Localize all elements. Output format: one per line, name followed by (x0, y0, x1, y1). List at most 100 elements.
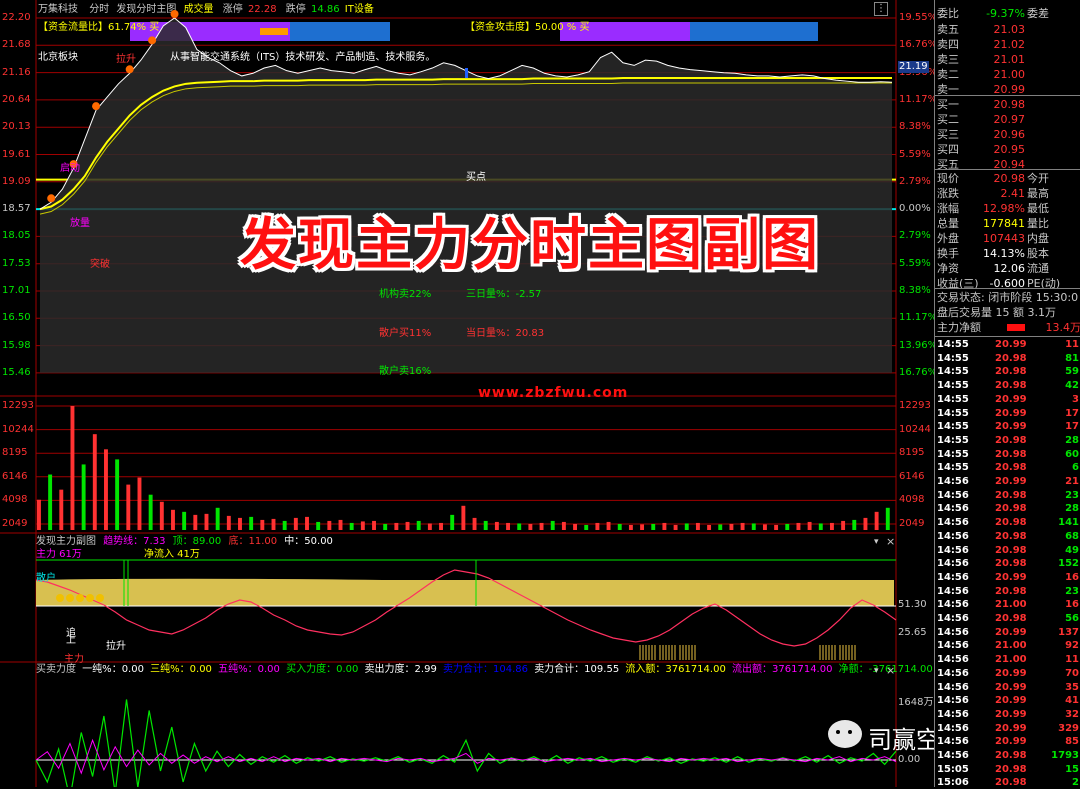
volume-bar (461, 505, 466, 530)
volume-bar (305, 516, 309, 530)
sub2-close-icon[interactable]: × (886, 664, 895, 677)
bid-row[interactable]: 买三 20.96 (935, 127, 1080, 142)
bottom-label: 底：11.00 (228, 536, 278, 547)
volume-bar (182, 511, 187, 530)
y-tick-pct: 8.38% (899, 121, 931, 133)
volume-bar (137, 477, 142, 530)
tick-row: 14:55 20.99 17 (935, 420, 1080, 433)
weibi-value: -9.37% (986, 7, 1025, 20)
tick-volume: 15 (1065, 763, 1079, 775)
sell-force-line (35, 738, 897, 775)
vol-y-tick: 8195 (899, 447, 925, 459)
volume-bar (81, 464, 86, 530)
volume-bar (316, 521, 321, 530)
sub1-collapse-icon[interactable]: ▾ (874, 537, 879, 547)
tick-time: 14:55 (937, 380, 969, 392)
breakout-marker: 突破 (90, 259, 110, 270)
sub1-title[interactable]: 发现主力副图 (36, 536, 96, 547)
main-force-value: 主力 61万 (36, 549, 82, 560)
sub1-close-icon[interactable]: × (886, 535, 895, 548)
y-tick: 18.57 (2, 203, 31, 215)
tick-volume: 59 (1065, 366, 1079, 378)
tick-time: 14:56 (937, 599, 969, 611)
tick-price: 20.99 (995, 681, 1027, 693)
tick-row: 14:56 20.98 28 (935, 502, 1080, 515)
stat-value: 12.06 (993, 262, 1026, 275)
tick-time: 14:56 (937, 544, 969, 556)
flame-marker (47, 194, 56, 203)
mid-label: 中：50.00 (284, 536, 333, 547)
pure1-label: 一纯%：0.00 (82, 664, 144, 675)
volume-bar (640, 524, 645, 530)
tick-row: 14:55 20.99 17 (935, 407, 1080, 420)
volume-bar (684, 523, 689, 530)
volume-bar (528, 523, 533, 530)
volume-bar (59, 489, 64, 530)
net-inflow-value: 净流入 41万 (144, 549, 200, 560)
main-net-row: 主力净额 13.4万 (935, 320, 1080, 335)
tick-time: 14:56 (937, 654, 969, 666)
tick-volume: 141 (1058, 517, 1079, 529)
stat-row: 涨跌 2.41 最高 (935, 186, 1080, 201)
ask-row[interactable]: 卖五 21.03 (935, 22, 1080, 37)
volume-bar (628, 524, 633, 530)
chart-area[interactable]: 万集科技 分时 发现分时主图 成交量 涨停 22.28 跌停 14.86 IT设… (0, 0, 1012, 787)
tick-time: 14:56 (937, 558, 969, 570)
sub2-collapse-icon[interactable]: ▾ (874, 666, 879, 676)
stat-label-2: 内盘 (1027, 232, 1049, 245)
volume-bar (427, 523, 432, 530)
ask-row[interactable]: 卖四 21.02 (935, 37, 1080, 52)
y-tick-pct: 0.00% (899, 203, 931, 215)
flame-marker (92, 102, 101, 111)
bid-price: 20.95 (993, 143, 1026, 156)
tick-price: 20.99 (995, 722, 1027, 734)
stat-value: 2.41 (1000, 187, 1026, 200)
wechat-icon (828, 720, 862, 748)
bid-row[interactable]: 买二 20.97 (935, 112, 1080, 127)
vol-y-tick: 4098 (2, 494, 28, 506)
sub1-y-tick: 25.65 (898, 627, 927, 638)
bid-row[interactable]: 买一 20.98 (935, 97, 1080, 112)
volume-bar (506, 522, 510, 530)
y-tick-pct: 19.55% (899, 12, 938, 23)
bid-row[interactable]: 买四 20.95 (935, 142, 1080, 157)
tick-price: 20.99 (995, 695, 1027, 707)
ask-row[interactable]: 卖二 21.00 (935, 67, 1080, 82)
tick-time: 14:55 (937, 434, 969, 446)
y-tick-pct: 16.76% (899, 366, 938, 378)
tick-volume: 85 (1065, 736, 1079, 748)
volume-bar (483, 520, 488, 530)
volume-bar (595, 522, 600, 530)
y-tick: 21.68 (2, 39, 31, 51)
bid-price: 20.96 (993, 128, 1026, 141)
y-tick: 18.05 (2, 230, 31, 242)
sub2-title[interactable]: 买卖力度 (36, 664, 76, 675)
trend-line-label: 趋势线：7.33 (103, 536, 166, 547)
volume-bar (48, 474, 53, 530)
tick-volume: 17 (1065, 421, 1079, 433)
tick-volume: 11 (1065, 339, 1079, 350)
tick-row: 14:56 20.98 23 (935, 489, 1080, 502)
retail-label: 散户 (36, 573, 56, 584)
tick-time: 14:56 (937, 667, 969, 679)
volume-bar (70, 406, 75, 530)
volume-bar (561, 521, 566, 530)
volume-bar (740, 522, 745, 530)
tick-row: 14:56 21.00 92 (935, 639, 1080, 652)
volume-bar (37, 499, 41, 530)
tick-time: 14:55 (937, 421, 969, 433)
tick-volume: 28 (1065, 434, 1079, 446)
ask-row[interactable]: 卖三 21.01 (935, 52, 1080, 67)
pure3-label: 三纯%：0.00 (150, 664, 212, 675)
volume-bar (204, 513, 209, 530)
volume-bar (539, 522, 544, 530)
three-day-volume: 三日量%：-2.57 (466, 289, 542, 300)
tick-price: 20.98 (995, 777, 1027, 789)
tick-row: 14:56 20.99 16 (935, 571, 1080, 584)
volume-bar (372, 520, 376, 530)
volume-bar (718, 524, 723, 530)
tick-time: 14:56 (937, 476, 969, 487)
stat-row: 现价 20.98 今开 (935, 171, 1080, 186)
volume-bar (829, 522, 834, 530)
tick-row: 14:56 20.99 32 (935, 708, 1080, 721)
